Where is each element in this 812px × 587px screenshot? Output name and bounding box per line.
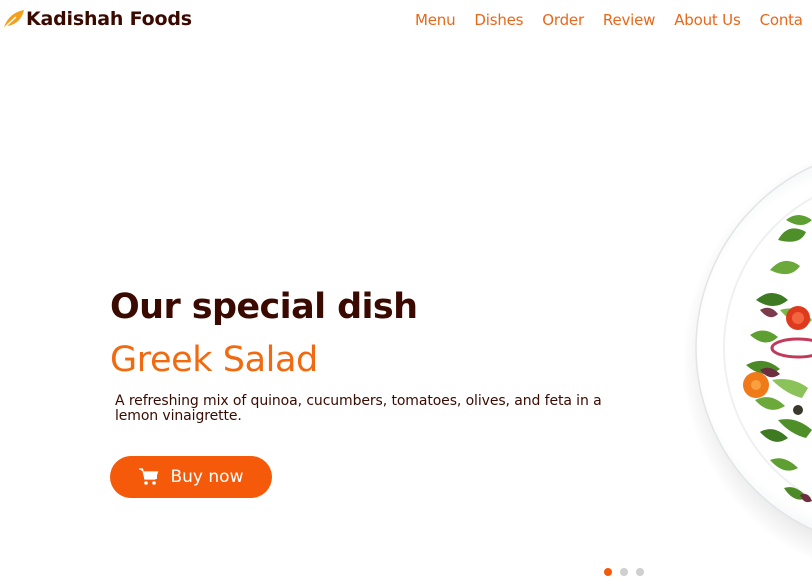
carousel-indicators [604,568,644,576]
carousel-dot[interactable] [620,568,628,576]
shopping-cart-icon [138,468,158,485]
carousel-dot[interactable] [636,568,644,576]
main-nav: Menu Dishes Order Review About Us Conta [415,11,812,29]
dish-name: Greek Salad [110,340,318,380]
brand-logo[interactable]: Kadishah Foods [2,7,192,31]
site-header: Kadishah Foods Menu Dishes Order Review … [0,0,812,42]
nav-menu[interactable]: Menu [415,11,456,29]
brand-name: Kadishah Foods [26,8,192,30]
nav-order[interactable]: Order [542,11,584,29]
nav-dishes[interactable]: Dishes [474,11,523,29]
dish-description: A refreshing mix of quinoa, cucumbers, t… [115,393,602,424]
hero-title: Our special dish [110,287,418,327]
buy-now-label: Buy now [170,467,244,487]
dish-image [660,150,812,587]
carousel-dot[interactable] [604,568,612,576]
leaf-icon [3,10,24,29]
salad-plate-illustration [682,159,812,561]
nav-contact[interactable]: Conta [760,11,803,29]
buy-now-button[interactable]: Buy now [110,456,272,498]
nav-review[interactable]: Review [603,11,656,29]
nav-about-us[interactable]: About Us [674,11,741,29]
